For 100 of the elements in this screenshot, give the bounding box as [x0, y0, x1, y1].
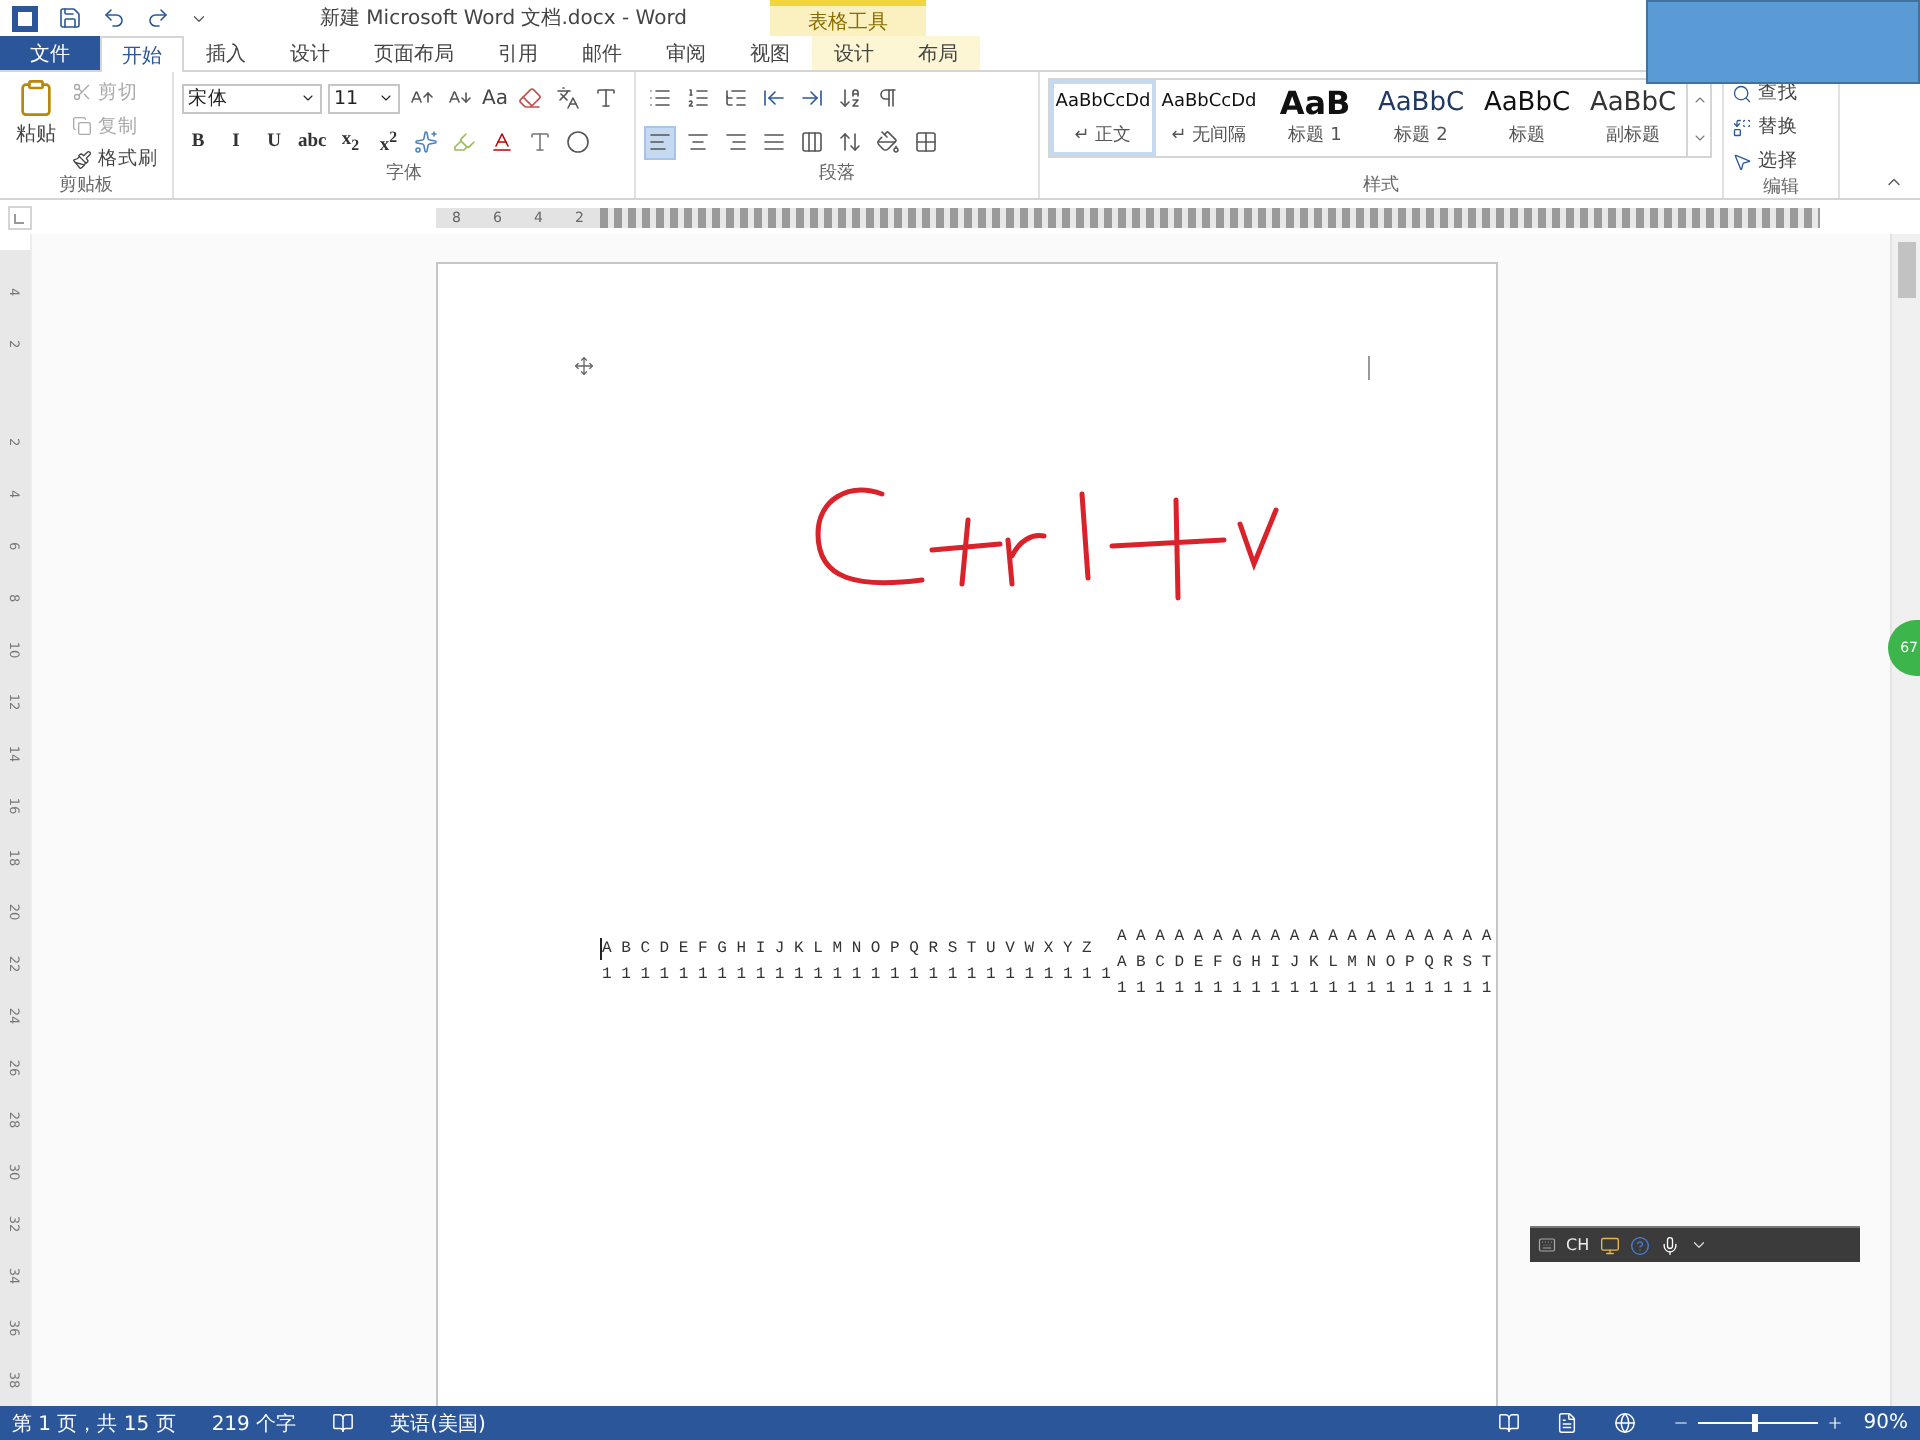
borders-icon — [914, 130, 938, 154]
line-spacing-icon — [838, 130, 862, 154]
clipboard-button[interactable]: 格式刷 — [72, 144, 158, 175]
zoom-thumb[interactable] — [1751, 1414, 1758, 1432]
group-label: 编辑 — [1763, 176, 1799, 200]
pointer-icon — [1732, 151, 1752, 171]
text-cursor — [600, 938, 602, 960]
eraser-icon — [517, 86, 542, 110]
style-item[interactable]: AaB 标题 1 — [1262, 80, 1368, 156]
document-text: A A A A A A A A A A A A A A A A A A A A — [1116, 926, 1492, 950]
text-effect-icon — [414, 130, 439, 154]
ribbon-tab[interactable]: 布局 — [896, 36, 980, 70]
document-text: A B C D E F G H I J K L M N O P Q R S T — [1116, 952, 1492, 976]
shading-fill-button[interactable] — [872, 125, 904, 159]
align-right-icon — [724, 130, 748, 154]
group-label: 段落 — [819, 162, 855, 186]
print-layout-icon — [1555, 1412, 1578, 1434]
group-label: 字体 — [386, 162, 422, 186]
format-button[interactable]: U — [258, 125, 290, 159]
paintbrush-icon — [72, 149, 92, 170]
highlighter-icon — [452, 130, 477, 154]
style-item[interactable]: AaBbCcDd ↵ 正文 — [1050, 80, 1156, 156]
format-button[interactable]: I — [220, 125, 252, 159]
style-item[interactable]: AaBbC 标题 — [1474, 80, 1580, 156]
paste-button[interactable]: 粘贴 — [8, 78, 64, 174]
table-move-handle-icon — [574, 356, 594, 376]
search-icon — [1732, 83, 1752, 103]
group-label: 样式 — [1363, 174, 1399, 198]
screen-icon — [1599, 1235, 1620, 1255]
editing-button[interactable]: 选择 — [1732, 146, 1830, 176]
ime-language[interactable]: CH — [1566, 1236, 1590, 1254]
help-icon — [1629, 1235, 1650, 1255]
page-count[interactable]: 第 1 页，共 15 页 — [12, 1409, 176, 1437]
style-name: 标题 — [1509, 123, 1545, 148]
clipboard-icon — [16, 78, 56, 118]
file-tab[interactable]: 文件 — [0, 36, 100, 70]
style-name: ↵ 正文 — [1074, 123, 1132, 148]
group-label: 剪贴板 — [59, 174, 113, 198]
text-effect-button[interactable] — [410, 125, 443, 159]
save-icon — [58, 6, 82, 30]
style-preview: AaBbC — [1377, 88, 1465, 118]
context-tab-group: 表格工具 — [770, 0, 926, 36]
editing-button[interactable]: 查找 — [1732, 78, 1830, 108]
app-logo-icon — [12, 5, 38, 31]
style-name: ↵ 无间隔 — [1171, 123, 1247, 148]
ribbon-tab[interactable]: 开始 — [100, 36, 184, 72]
style-preview: AaB — [1279, 88, 1351, 118]
paint-bucket-icon — [876, 130, 900, 154]
redo-icon — [146, 6, 170, 30]
caret-icon — [300, 90, 316, 106]
editing-button[interactable]: 替换 — [1732, 112, 1830, 142]
circle-icon — [566, 130, 591, 154]
distributed-icon — [800, 130, 824, 154]
justify-icon — [762, 130, 786, 154]
pilcrow-icon — [876, 86, 900, 110]
word-count[interactable]: 219 个字 — [211, 1409, 297, 1437]
enclose-button[interactable] — [562, 125, 595, 159]
style-item[interactable]: AaBbC 标题 2 — [1368, 80, 1474, 156]
copy-icon — [72, 116, 92, 136]
decrease-indent-icon — [762, 86, 786, 110]
tab-selector[interactable] — [8, 205, 32, 229]
style-preview: AaBbCcDd — [1161, 90, 1257, 116]
change-case-button[interactable]: Aa — [482, 81, 508, 115]
format-button[interactable]: x$^{2}$ — [372, 125, 405, 159]
scrollbar[interactable] — [1890, 234, 1920, 1406]
style-name: 标题 1 — [1288, 123, 1342, 148]
caret-icon — [378, 90, 394, 106]
sort-icon — [838, 86, 862, 110]
undo-icon — [102, 6, 126, 30]
phonetic-icon — [555, 86, 580, 110]
format-button[interactable]: x$_{2}$ — [334, 125, 367, 159]
document-text: 1 1 1 1 1 1 1 1 1 1 1 1 1 1 1 1 1 1 1 1 — [1116, 978, 1492, 1002]
align-center-icon — [686, 130, 710, 154]
document-text: 1 1 1 1 1 1 1 1 1 1 1 1 1 1 1 1 1 1 1 1 1 1 1 1 1 1 1 — [602, 964, 1111, 988]
document-text: A B C D E F G H I J K L M N O P Q R S T U V W X Y Z — [602, 938, 1094, 962]
window-title: 新建 Microsoft Word 文档.docx - Word — [320, 5, 687, 32]
font-color-icon — [490, 130, 515, 154]
alignment-button[interactable] — [644, 125, 676, 159]
microphone-icon — [1659, 1235, 1680, 1255]
align-left-icon — [648, 130, 672, 154]
numbering-icon — [686, 86, 710, 110]
font-name-field[interactable]: 宋体 — [182, 83, 322, 113]
web-layout-icon — [1613, 1412, 1636, 1434]
style-item[interactable]: AaBbCcDd ↵ 无间隔 — [1156, 80, 1262, 156]
shaded-letter-icon — [528, 130, 553, 154]
format-button[interactable]: B — [182, 125, 214, 159]
format-button[interactable]: abc — [296, 125, 329, 159]
style-preview: AaBbC — [1483, 88, 1571, 118]
increase-indent-icon — [800, 86, 824, 110]
language-label[interactable]: 英语(美国) — [390, 1409, 486, 1437]
multilevel-list-icon — [724, 86, 748, 110]
zoom-in-icon — [1825, 1414, 1844, 1432]
proofing-icon — [332, 1412, 355, 1434]
style-name: 标题 2 — [1394, 123, 1448, 148]
style-item[interactable]: AaBbC 副标题 — [1580, 80, 1686, 156]
font-size-field[interactable]: 11 — [328, 83, 400, 113]
style-preview: AaBbCcDd — [1055, 90, 1151, 116]
ribbon-tab[interactable]: 设计 — [812, 36, 896, 70]
style-name: 副标题 — [1606, 123, 1660, 148]
zoom-level[interactable]: 90% — [1863, 1412, 1908, 1434]
